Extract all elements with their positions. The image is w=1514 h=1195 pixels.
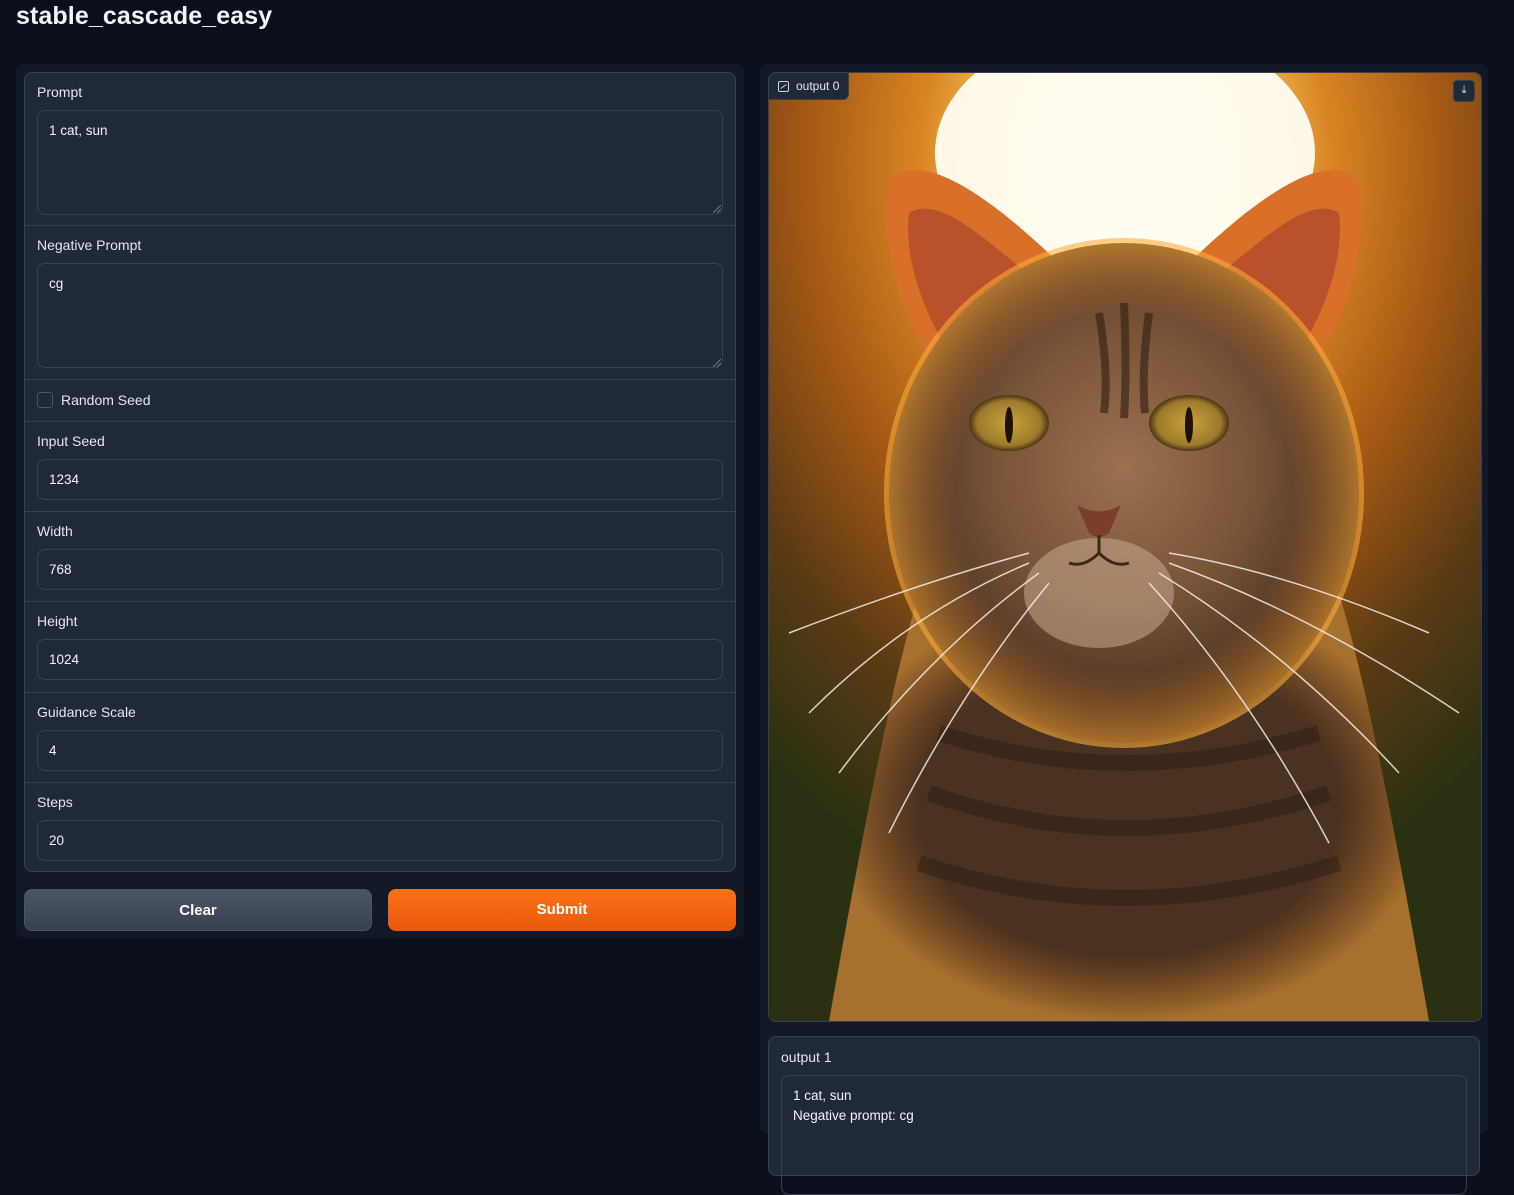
output-image-label: output 0 — [769, 73, 850, 100]
resize-handle-icon[interactable] — [713, 359, 721, 367]
output-image-label-text: output 0 — [796, 79, 840, 93]
negative-prompt-label: Negative Prompt — [37, 237, 142, 253]
width-input[interactable]: 768 — [37, 549, 723, 590]
form-block: Prompt 1 cat, sun Negative Prompt cg Ran… — [24, 72, 736, 872]
clear-button[interactable]: Clear — [24, 889, 372, 931]
download-icon[interactable]: ⤓ — [1453, 80, 1475, 102]
output-text-label: output 1 — [781, 1049, 832, 1065]
output-panel: output 0 ⤓ output 1 1 cat, sun Negative … — [760, 64, 1488, 1195]
generated-cat-image — [769, 73, 1481, 1021]
output-textbox[interactable]: 1 cat, sun Negative prompt: cg — [781, 1075, 1467, 1195]
guidance-scale-label: Guidance Scale — [37, 704, 136, 720]
steps-label: Steps — [37, 794, 73, 810]
negative-prompt-field: Negative Prompt cg — [25, 226, 735, 380]
submit-button[interactable]: Submit — [388, 889, 736, 931]
input-seed-label: Input Seed — [37, 433, 105, 449]
output-line-negative: Negative prompt: cg — [793, 1108, 914, 1123]
input-seed-field: Input Seed 1234 — [25, 422, 735, 512]
height-input[interactable]: 1024 — [37, 639, 723, 680]
width-label: Width — [37, 523, 73, 539]
height-field: Height 1024 — [25, 602, 735, 693]
input-panel: Prompt 1 cat, sun Negative Prompt cg Ran… — [16, 64, 744, 938]
width-field: Width 768 — [25, 512, 735, 602]
image-icon — [778, 80, 789, 92]
random-seed-field: Random Seed — [25, 380, 735, 422]
output-line-prompt: 1 cat, sun — [793, 1088, 852, 1103]
resize-handle-icon[interactable] — [713, 205, 721, 213]
output-text-block: output 1 1 cat, sun Negative prompt: cg — [768, 1036, 1480, 1195]
random-seed-label[interactable]: Random Seed — [61, 392, 151, 408]
prompt-textarea[interactable]: 1 cat, sun — [37, 110, 723, 215]
steps-field: Steps 20 — [25, 783, 735, 871]
prompt-label: Prompt — [37, 84, 83, 100]
random-seed-checkbox[interactable] — [37, 392, 53, 408]
app-title: stable_cascade_easy — [16, 2, 273, 30]
guidance-scale-field: Guidance Scale 4 — [25, 693, 735, 783]
input-seed-input[interactable]: 1234 — [37, 459, 723, 500]
height-label: Height — [37, 613, 78, 629]
negative-prompt-textarea[interactable]: cg — [37, 263, 723, 368]
steps-input[interactable]: 20 — [37, 820, 723, 861]
output-image-block: output 0 ⤓ — [768, 72, 1482, 1022]
guidance-scale-input[interactable]: 4 — [37, 730, 723, 771]
prompt-field: Prompt 1 cat, sun — [25, 73, 735, 226]
